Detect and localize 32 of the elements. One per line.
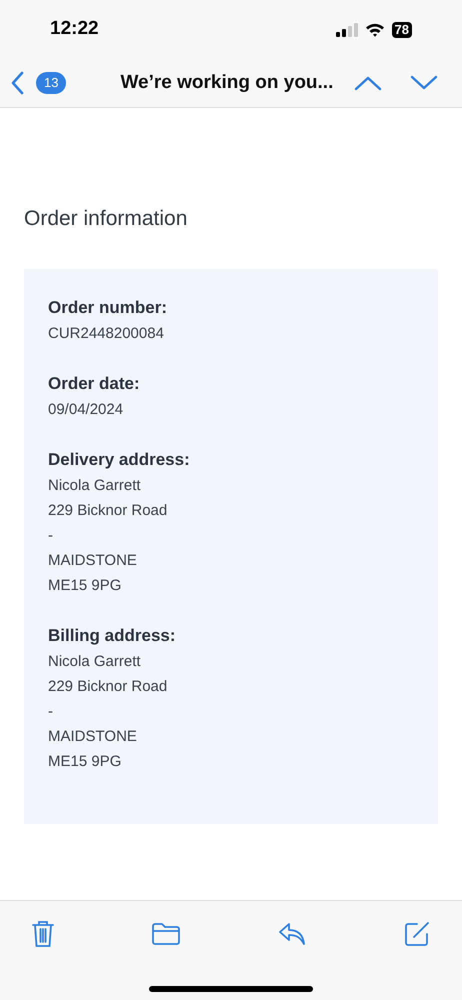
field-label: Order number: (48, 297, 168, 319)
field-value: MAIDSTONE (48, 551, 138, 571)
reply-icon (277, 921, 307, 947)
unread-count-badge: 13 (36, 72, 66, 94)
field-value: 09/04/2024 (48, 400, 124, 420)
field-value: - (48, 702, 54, 722)
compose-button[interactable] (402, 919, 432, 949)
status-time: 12:22 (50, 17, 99, 42)
trash-icon (31, 920, 55, 948)
field-value: CUR2448200084 (48, 324, 165, 344)
chevron-up-icon (354, 75, 382, 92)
back-chevron-icon (10, 71, 24, 96)
folder-icon (151, 922, 181, 946)
field-value: ME15 9PG (48, 576, 122, 596)
battery-indicator: 78 (392, 22, 412, 38)
message-title: We’re working on you... (120, 70, 334, 95)
signal-icon (336, 22, 358, 37)
field-label: Order date: (48, 373, 141, 395)
compose-icon (403, 920, 431, 948)
field-value: Nicola Garrett (48, 652, 142, 672)
chevron-down-icon (410, 75, 438, 92)
section-heading: Order information (24, 206, 188, 232)
field-value: 229 Bicknor Road (48, 677, 168, 697)
field-value: MAIDSTONE (48, 727, 138, 747)
field-value: - (48, 526, 54, 546)
field-label: Billing address: (48, 625, 177, 647)
field-value: ME15 9PG (48, 752, 122, 772)
field-value: Nicola Garrett (48, 476, 142, 496)
field-label: Delivery address: (48, 449, 191, 471)
delete-button[interactable] (30, 919, 56, 949)
field-value: 229 Bicknor Road (48, 501, 168, 521)
wifi-icon (364, 22, 385, 38)
